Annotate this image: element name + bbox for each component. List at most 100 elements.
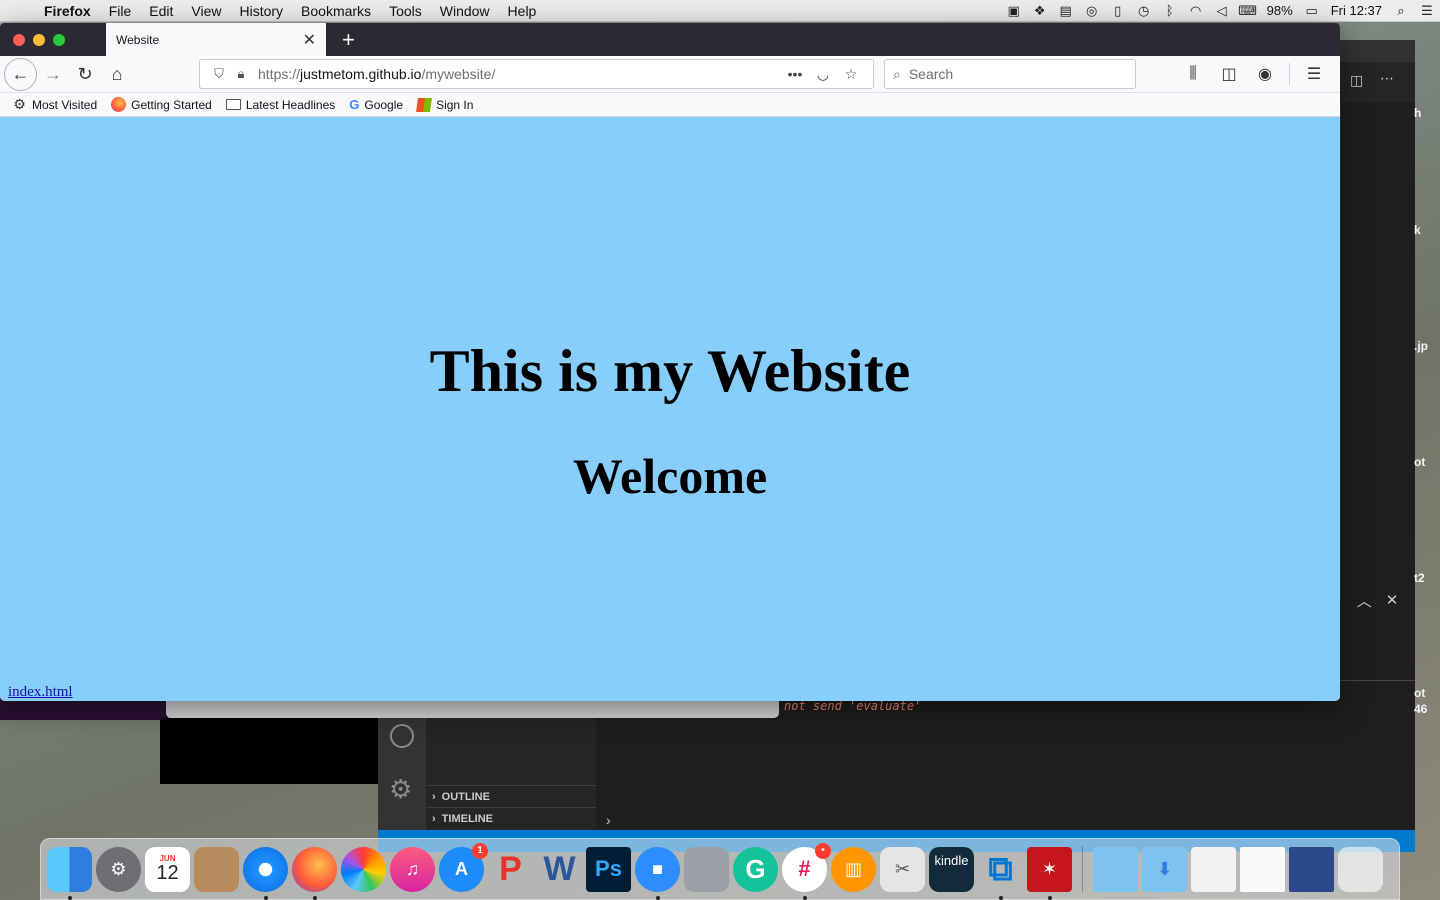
kindle-icon[interactable]: kindle (929, 846, 974, 892)
running-indicator (802, 895, 807, 900)
time-machine-tray-icon[interactable]: ◷ (1131, 3, 1157, 19)
tracking-protection-shield-icon[interactable]: ⛉ (208, 66, 230, 82)
photoshop-label: Ps (595, 856, 622, 881)
new-tab-icon[interactable]: + (326, 27, 355, 53)
debug-console-error: not send 'evaluate' (784, 699, 922, 713)
battery-icon[interactable]: ▭ (1299, 3, 1325, 19)
notification-center-icon[interactable]: ☰ (1414, 3, 1440, 19)
tab-close-icon[interactable]: ✕ (303, 30, 316, 50)
downloads-folder-icon[interactable]: ⬇ (1142, 846, 1187, 892)
window-close-button[interactable] (13, 33, 25, 46)
system-preferences-icon[interactable]: ⚙ (96, 846, 141, 892)
tab-website[interactable]: Website ✕ (106, 23, 326, 56)
bookmark-getting-started[interactable]: Getting Started (111, 97, 212, 112)
books-icon[interactable]: ▥ (831, 846, 876, 892)
bookmark-sign-in[interactable]: Sign In (416, 97, 473, 112)
panel-maximize-icon[interactable]: ︿ (1357, 590, 1372, 611)
app-store-icon[interactable]: A1 (439, 842, 488, 892)
word-icon[interactable]: W (537, 847, 582, 892)
forward-button-icon[interactable]: → (37, 58, 69, 90)
screenshot-tool-icon[interactable]: ✂ (880, 846, 925, 892)
url-bar[interactable]: ⛉ 🔒︎ https://justmetom.github.io/mywebsi… (199, 59, 874, 89)
reload-icon[interactable]: ↻ (69, 58, 101, 90)
safari-icon[interactable] (243, 846, 288, 900)
bookmark-latest-headlines[interactable]: Latest Headlines (225, 98, 335, 112)
hamburger-menu-icon[interactable]: ☰ (1298, 64, 1330, 84)
photoshop-icon[interactable]: Ps (586, 846, 631, 892)
peek-text: h (1414, 106, 1422, 120)
menu-view[interactable]: View (182, 3, 230, 19)
menu-help[interactable]: Help (499, 3, 546, 19)
split-editor-icon[interactable]: ◫ (1350, 72, 1363, 89)
home-icon[interactable]: ⌂ (101, 58, 133, 90)
accounts-icon[interactable] (390, 724, 414, 748)
bookmark-google[interactable]: G Google (349, 97, 403, 112)
dropbox-tray-icon[interactable]: ❖ (1027, 3, 1053, 19)
macos-menu-bar: Firefox File Edit View History Bookmarks… (0, 0, 1440, 22)
grammarly-icon[interactable]: G (733, 846, 778, 892)
panel-close-icon[interactable]: ✕ (1386, 591, 1399, 609)
account-icon[interactable]: ◉ (1249, 64, 1281, 84)
pocket-icon[interactable]: ◡ (809, 66, 837, 83)
peek-text: ot (1414, 686, 1426, 700)
menu-bookmarks[interactable]: Bookmarks (292, 3, 380, 19)
finder-icon[interactable] (47, 846, 92, 900)
navigation-toolbar: ← → ↻ ⌂ ⛉ 🔒︎ https://justmetom.github.io… (0, 56, 1340, 93)
settings-gear-icon[interactable]: ⚙ (389, 774, 412, 805)
peek-text: 46 (1414, 702, 1428, 716)
sidebar-section-timeline[interactable]: › TIMELINE (426, 807, 596, 829)
creative-cloud-tray-icon[interactable]: ◎ (1079, 3, 1105, 19)
search-bar[interactable]: ⌕ Search (884, 59, 1136, 89)
battery-percent[interactable]: 98% (1261, 3, 1299, 18)
photos-icon[interactable] (341, 846, 386, 892)
zoom-tray-icon[interactable]: ▣ (1001, 3, 1027, 19)
preview-icon[interactable] (684, 846, 729, 892)
vscode-icon[interactable]: ⧉ (978, 847, 1023, 900)
url-text[interactable]: https://justmetom.github.io/mywebsite/ (252, 66, 781, 82)
drive-tray-icon[interactable]: ▤ (1053, 3, 1079, 19)
running-indicator (1047, 895, 1052, 900)
google-icon: G (349, 97, 360, 112)
bookmark-most-visited[interactable]: ⚙ Most Visited (12, 96, 97, 112)
keyboard-tray-icon[interactable]: ⌨ (1235, 3, 1261, 19)
wifi-tray-icon[interactable]: ◠ (1183, 3, 1209, 19)
menu-edit[interactable]: Edit (140, 3, 182, 19)
contacts-icon[interactable] (194, 846, 239, 892)
bookmark-star-icon[interactable]: ☆ (837, 66, 865, 83)
peek-text: t2 (1414, 571, 1425, 585)
calendar-icon[interactable]: JUN 12 (145, 846, 190, 892)
clock[interactable]: Fri 12:37 (1325, 3, 1388, 18)
firefox-dock-icon[interactable] (292, 846, 337, 900)
timeline-label: TIMELINE (441, 812, 494, 825)
sidebar-section-outline[interactable]: › OUTLINE (426, 785, 596, 807)
back-button-icon[interactable]: ← (4, 57, 37, 91)
library-icon[interactable]: ⫼ (1177, 65, 1209, 83)
bluetooth-tray-icon[interactable]: ᛒ (1157, 3, 1183, 18)
zoom-icon[interactable]: ■ (635, 846, 680, 900)
menu-history[interactable]: History (230, 3, 292, 19)
acrobat-icon[interactable]: ✶ (1027, 846, 1072, 900)
window-zoom-button[interactable] (53, 33, 65, 46)
notes-tray-icon[interactable]: ▯ (1105, 3, 1131, 19)
menu-file[interactable]: File (100, 3, 141, 19)
volume-tray-icon[interactable]: ◁ (1209, 3, 1235, 19)
menu-window[interactable]: Window (431, 3, 499, 19)
itunes-icon[interactable]: ♫ (390, 846, 435, 892)
window-minimize-button[interactable] (33, 33, 45, 46)
powerpoint-p-icon[interactable]: P (488, 847, 533, 892)
pdf-thumbnail-icon[interactable] (1289, 846, 1334, 892)
documents-folder-icon[interactable] (1093, 846, 1138, 892)
sidebar-toggle-icon[interactable]: ◫ (1213, 64, 1245, 84)
trash-icon[interactable] (1338, 846, 1383, 892)
spotlight-search-icon[interactable]: ⌕ (1388, 3, 1414, 19)
menu-tools[interactable]: Tools (380, 3, 431, 19)
menu-app-name[interactable]: Firefox (40, 3, 100, 19)
lock-icon[interactable]: 🔒︎ (230, 66, 252, 82)
document-thumbnail-icon[interactable] (1240, 846, 1285, 892)
search-placeholder: Search (908, 66, 954, 82)
more-actions-icon[interactable]: ⋯ (1380, 70, 1394, 87)
stack-thumbnail-icon[interactable] (1191, 846, 1236, 892)
page-actions-icon[interactable]: ••• (781, 66, 809, 82)
bookmark-label: Google (364, 97, 404, 112)
slack-icon[interactable]: # • (782, 842, 831, 900)
